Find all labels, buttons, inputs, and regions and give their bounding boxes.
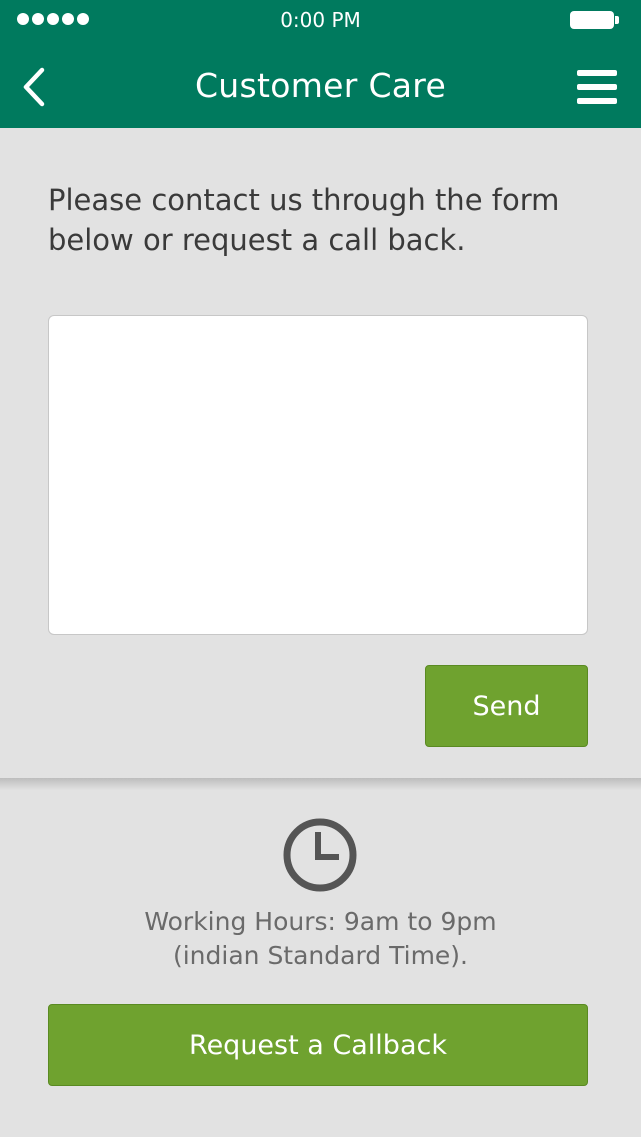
send-button[interactable]: Send bbox=[425, 665, 588, 747]
working-hours-line: Working Hours: 9am to 9pm bbox=[144, 907, 497, 936]
section-divider bbox=[0, 778, 641, 790]
clock-icon bbox=[283, 818, 357, 892]
status-time: 0:00 PM bbox=[280, 8, 361, 32]
intro-text: Please contact us through the form below… bbox=[48, 180, 608, 260]
hamburger-menu-icon bbox=[577, 70, 617, 76]
timezone-line: (indian Standard Time). bbox=[172, 941, 469, 970]
battery-icon bbox=[570, 11, 619, 29]
contact-form-section: Please contact us through the form below… bbox=[0, 128, 641, 778]
request-callback-button[interactable]: Request a Callback bbox=[48, 1004, 588, 1086]
intro-line-1: Please contact us through the form bbox=[48, 183, 560, 217]
working-hours-text: Working Hours: 9am to 9pm (indian Standa… bbox=[0, 905, 641, 973]
status-bar: 0:00 PM bbox=[0, 0, 641, 40]
header-bar: Customer Care bbox=[0, 40, 641, 128]
menu-button[interactable] bbox=[577, 68, 619, 106]
intro-line-2: below or request a call back. bbox=[48, 223, 466, 257]
page-title: Customer Care bbox=[194, 66, 447, 105]
message-textarea[interactable] bbox=[48, 315, 588, 635]
